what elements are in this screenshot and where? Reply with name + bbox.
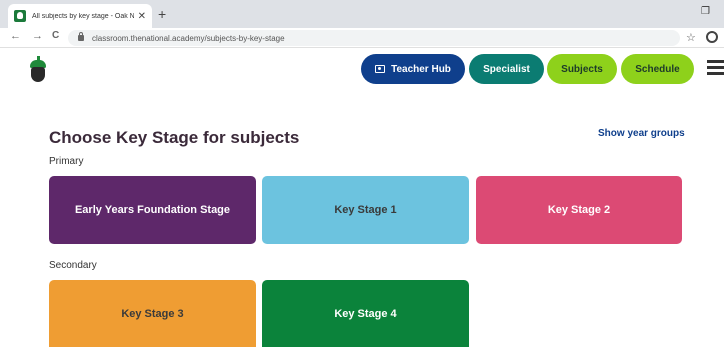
- teacher-hub-label: Teacher Hub: [391, 63, 451, 75]
- specialist-button[interactable]: Specialist: [469, 54, 544, 84]
- hamburger-menu-icon[interactable]: [707, 60, 724, 76]
- tab-title: All subjects by key stage - Oak N: [32, 12, 134, 20]
- lock-icon: [78, 32, 84, 41]
- show-year-groups-link[interactable]: Show year groups: [598, 128, 685, 139]
- card-key-stage-3[interactable]: Key Stage 3: [49, 280, 256, 347]
- url-field[interactable]: classroom.thenational.academy/subjects-b…: [68, 30, 680, 46]
- subjects-label: Subjects: [561, 63, 603, 75]
- card-label: Early Years Foundation Stage: [74, 204, 231, 216]
- card-key-stage-1[interactable]: Key Stage 1: [262, 176, 469, 244]
- new-tab-button[interactable]: +: [158, 6, 166, 22]
- browser-tab[interactable]: All subjects by key stage - Oak N ✕: [8, 4, 152, 28]
- browser-address-bar: ← → C classroom.thenational.academy/subj…: [0, 28, 724, 48]
- subjects-button[interactable]: Subjects: [547, 54, 617, 84]
- card-key-stage-2[interactable]: Key Stage 2: [476, 176, 682, 244]
- schedule-button[interactable]: Schedule: [621, 54, 694, 84]
- oak-favicon-icon: [14, 10, 26, 22]
- acorn-logo-icon[interactable]: [28, 56, 48, 84]
- url-text: classroom.thenational.academy/subjects-b…: [92, 33, 285, 43]
- specialist-label: Specialist: [483, 63, 530, 75]
- card-key-stage-4[interactable]: Key Stage 4: [262, 280, 469, 347]
- section-primary-label: Primary: [49, 156, 84, 167]
- bookmark-star-icon[interactable]: ☆: [686, 31, 696, 44]
- card-label: Key Stage 3: [121, 307, 184, 320]
- forward-button[interactable]: →: [32, 30, 43, 42]
- browser-tab-bar: All subjects by key stage - Oak N ✕ + ❐: [0, 0, 724, 28]
- schedule-label: Schedule: [635, 63, 680, 75]
- restore-window-icon[interactable]: ❐: [701, 6, 710, 17]
- section-secondary-label: Secondary: [49, 260, 97, 271]
- card-label: Key Stage 4: [334, 307, 397, 320]
- reload-button[interactable]: C: [52, 30, 59, 41]
- teacher-hub-button[interactable]: Teacher Hub: [361, 54, 465, 84]
- teacher-hub-icon: [375, 65, 386, 73]
- card-early-years-foundation-stage[interactable]: Early Years Foundation Stage: [49, 176, 256, 244]
- back-button[interactable]: ←: [10, 30, 21, 42]
- card-label: Key Stage 1: [334, 204, 397, 216]
- close-tab-icon[interactable]: ✕: [138, 11, 146, 22]
- card-label: Key Stage 2: [547, 204, 611, 216]
- profile-avatar-icon[interactable]: [706, 31, 718, 43]
- page-title: Choose Key Stage for subjects: [49, 128, 300, 147]
